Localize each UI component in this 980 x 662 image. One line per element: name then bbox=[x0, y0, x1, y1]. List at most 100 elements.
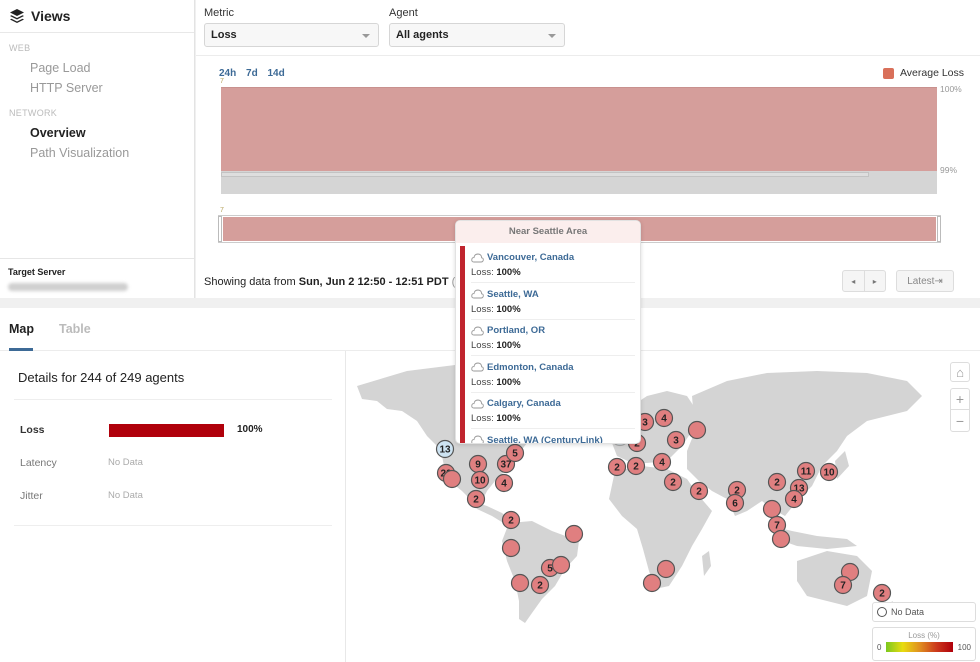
agent-cluster[interactable]: 3 bbox=[666, 430, 686, 450]
tab-table[interactable]: Table bbox=[59, 322, 91, 336]
cluster-count: 11 bbox=[801, 467, 812, 478]
latest-button[interactable]: Latest⇥ bbox=[896, 270, 954, 292]
agent-cluster[interactable]: 10 bbox=[470, 470, 490, 490]
cluster-count: 2 bbox=[537, 581, 543, 592]
sidebar-header: Views bbox=[0, 0, 194, 33]
layers-icon bbox=[10, 9, 24, 23]
metric-name: Latency bbox=[20, 457, 57, 469]
sidebar-item-http-server[interactable]: HTTP Server bbox=[0, 78, 194, 98]
scale-max: 100 bbox=[957, 642, 971, 652]
agent-cluster[interactable] bbox=[551, 555, 571, 575]
madagascar bbox=[702, 551, 711, 576]
tooltip-agent-item[interactable]: Seattle, WA Loss: 100% bbox=[471, 284, 635, 320]
agent-cluster[interactable] bbox=[564, 524, 584, 544]
agent-cluster[interactable]: 2 bbox=[872, 583, 892, 603]
no-data-legend: No Data bbox=[872, 602, 976, 622]
zoom-out-button[interactable]: − bbox=[951, 410, 969, 431]
no-data-cluster[interactable]: 13 bbox=[435, 439, 455, 459]
scale-gradient bbox=[886, 642, 953, 652]
loss-bar bbox=[109, 424, 224, 437]
tooltip-agent-item[interactable]: Portland, OR Loss: 100% bbox=[471, 320, 635, 356]
tooltip-agent-item[interactable]: Calgary, Canada Loss: 100% bbox=[471, 393, 635, 429]
agent-cluster[interactable]: 2 bbox=[530, 575, 550, 595]
agent-cluster[interactable] bbox=[771, 529, 791, 549]
agent-dropdown[interactable]: All agents bbox=[389, 23, 565, 47]
tooltip-agent-item[interactable]: Seattle, WA (CenturyLink)Loss: 100% bbox=[471, 430, 635, 443]
agent-cluster[interactable]: 2 bbox=[466, 489, 486, 509]
cluster-count: 2 bbox=[508, 516, 514, 527]
agent-cluster[interactable]: 2 bbox=[663, 472, 683, 492]
cluster-count: 13 bbox=[439, 445, 451, 456]
agent-location[interactable]: Seattle, WA (CenturyLink) bbox=[471, 435, 635, 443]
navigator-right-handle[interactable] bbox=[937, 216, 941, 242]
agent-cluster[interactable]: 9 bbox=[468, 454, 488, 474]
agent-cluster[interactable]: 4 bbox=[652, 452, 672, 472]
agent-location[interactable]: Portland, OR bbox=[471, 325, 635, 336]
agent-cluster[interactable] bbox=[656, 559, 676, 579]
tooltip-title: Near Seattle Area bbox=[456, 221, 640, 243]
cluster-count: 2 bbox=[633, 462, 639, 473]
no-data-ring-icon bbox=[877, 607, 887, 617]
average-loss-area[interactable] bbox=[221, 87, 937, 171]
cluster-marker[interactable] bbox=[551, 555, 571, 575]
agent-cluster[interactable]: 11 bbox=[796, 461, 816, 481]
navigator-tick-label: 7 bbox=[220, 207, 224, 214]
agent-location[interactable]: Seattle, WA bbox=[471, 289, 635, 300]
agent-cluster[interactable]: 2 bbox=[626, 456, 646, 476]
agent-cluster[interactable]: 4 bbox=[784, 489, 804, 509]
legend-label: Average Loss bbox=[899, 67, 964, 79]
cluster-count: 7 bbox=[774, 521, 780, 532]
range-14d[interactable]: 14d bbox=[267, 68, 284, 79]
zoom-in-button[interactable]: + bbox=[951, 389, 969, 410]
world-map[interactable]: 132093751042252341623224222621110134772 … bbox=[347, 351, 980, 662]
divider bbox=[14, 399, 332, 400]
agent-location[interactable]: Vancouver, Canada bbox=[471, 252, 635, 263]
cluster-marker[interactable] bbox=[564, 524, 584, 544]
agent-cluster[interactable] bbox=[762, 499, 782, 519]
tooltip-agent-item[interactable]: Vancouver, Canada Loss: 100% bbox=[471, 247, 635, 283]
agent-cluster[interactable] bbox=[687, 420, 707, 440]
range-7d[interactable]: 7d bbox=[246, 68, 258, 79]
agent-cluster[interactable]: 2 bbox=[689, 481, 709, 501]
cluster-marker[interactable] bbox=[510, 573, 530, 593]
cluster-count: 4 bbox=[659, 458, 665, 469]
map-home-button[interactable]: ⌂ bbox=[950, 362, 970, 382]
divider bbox=[14, 525, 332, 526]
cluster-marker[interactable] bbox=[642, 573, 662, 593]
no-data-label: No Data bbox=[891, 607, 925, 617]
agent-cluster[interactable] bbox=[442, 469, 462, 489]
cluster-marker[interactable] bbox=[762, 499, 782, 519]
next-button[interactable]: ▸ bbox=[865, 271, 886, 291]
cluster-marker[interactable] bbox=[656, 559, 676, 579]
chart-legend: Average Loss bbox=[882, 67, 964, 79]
agent-cluster[interactable]: 7 bbox=[833, 575, 853, 595]
agent-cluster[interactable] bbox=[510, 573, 530, 593]
agent-cluster[interactable] bbox=[501, 538, 521, 558]
agent-location[interactable]: Edmonton, Canada bbox=[471, 362, 635, 373]
agent-cluster[interactable] bbox=[642, 573, 662, 593]
cluster-marker[interactable] bbox=[687, 420, 707, 440]
agent-loss: Loss: 100% bbox=[471, 267, 521, 278]
sidebar-item-page-load[interactable]: Page Load bbox=[0, 58, 194, 78]
agent-cluster[interactable]: 2 bbox=[767, 472, 787, 492]
navigator-left-handle[interactable] bbox=[218, 216, 222, 242]
cluster-marker[interactable] bbox=[501, 538, 521, 558]
tooltip-agent-item[interactable]: Edmonton, Canada Loss: 100% bbox=[471, 357, 635, 393]
agent-cluster[interactable]: 5 bbox=[505, 443, 525, 463]
sidebar-item-overview[interactable]: Overview bbox=[0, 123, 194, 143]
agent-location[interactable]: Calgary, Canada bbox=[471, 398, 635, 409]
cluster-marker[interactable] bbox=[771, 529, 791, 549]
cluster-count: 2 bbox=[670, 478, 676, 489]
agent-cluster[interactable]: 10 bbox=[819, 462, 839, 482]
cluster-marker[interactable] bbox=[442, 469, 462, 489]
agent-cluster[interactable]: 6 bbox=[725, 493, 745, 513]
agent-cluster[interactable]: 2 bbox=[501, 510, 521, 530]
metric-dropdown[interactable]: Loss bbox=[204, 23, 379, 47]
cluster-count: 3 bbox=[673, 436, 679, 447]
sidebar-item-path-visualization[interactable]: Path Visualization bbox=[0, 143, 194, 163]
tab-map[interactable]: Map bbox=[9, 322, 34, 336]
prev-button[interactable]: ◂ bbox=[843, 271, 865, 291]
agent-cluster[interactable]: 4 bbox=[654, 408, 674, 428]
agent-cluster[interactable]: 2 bbox=[607, 457, 627, 477]
agent-cluster[interactable]: 4 bbox=[494, 473, 514, 493]
